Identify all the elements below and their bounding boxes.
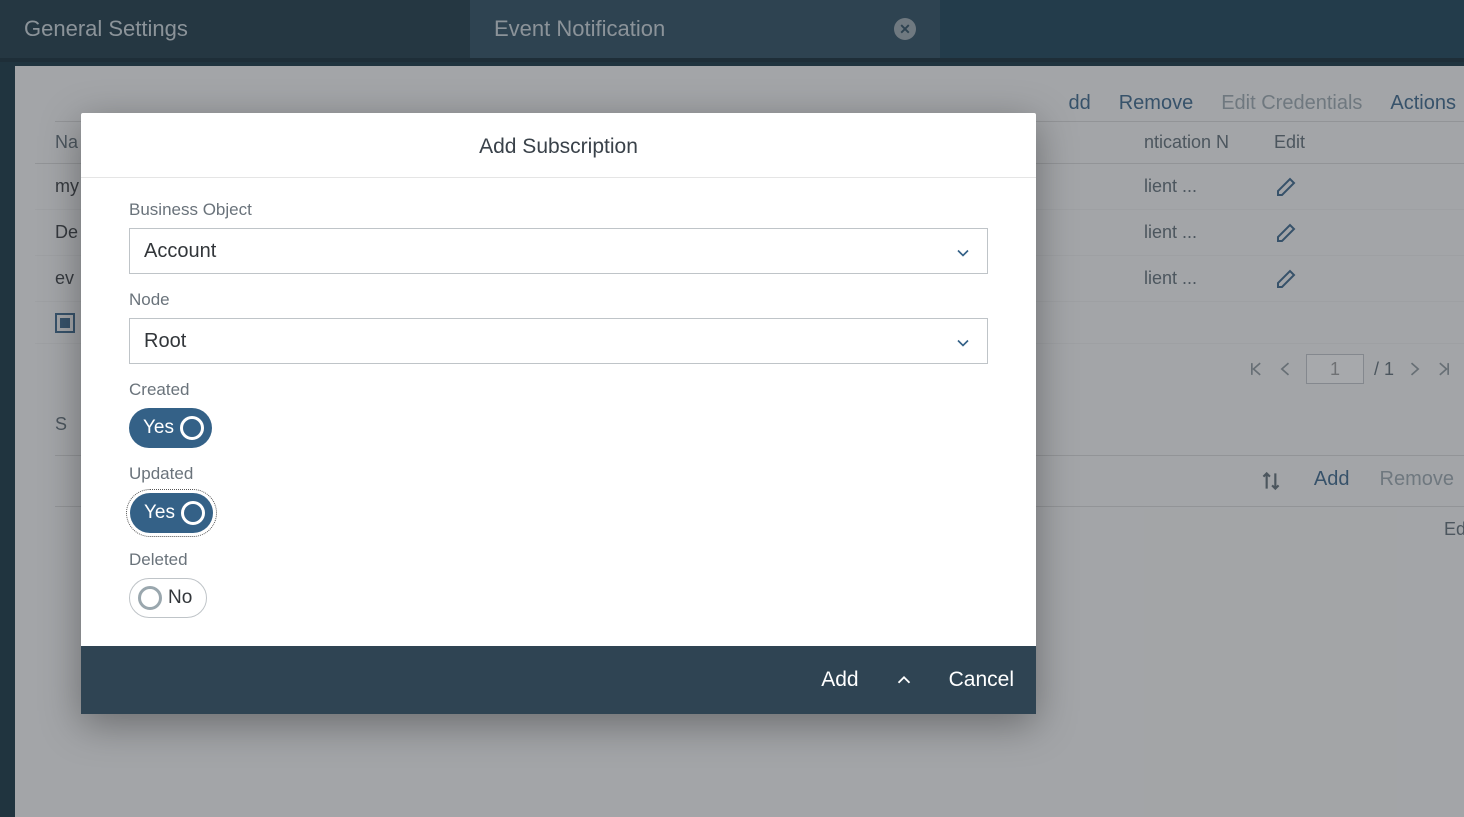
dialog-add-button[interactable]: Add [821,668,858,692]
created-toggle[interactable]: Yes [129,408,212,448]
toggle-text: Yes [144,502,175,524]
created-label: Created [129,380,988,400]
business-object-value: Account [144,240,216,263]
chevron-down-icon [953,333,973,353]
dialog-cancel-button[interactable]: Cancel [949,668,1014,692]
chevron-up-icon[interactable] [893,669,915,691]
dialog-footer: Add Cancel [81,646,1036,714]
node-select[interactable]: Root [129,318,988,364]
node-value: Root [144,330,186,353]
business-object-label: Business Object [129,200,988,220]
dialog-title: Add Subscription [81,113,1036,178]
deleted-label: Deleted [129,550,988,570]
toggle-knob [138,586,162,610]
node-label: Node [129,290,988,310]
toggle-knob [180,416,204,440]
business-object-select[interactable]: Account [129,228,988,274]
updated-toggle[interactable]: Yes [130,493,213,533]
toggle-text: No [168,587,192,609]
chevron-down-icon [953,243,973,263]
toggle-text: Yes [143,417,174,439]
toggle-knob [181,501,205,525]
deleted-toggle[interactable]: No [129,578,207,618]
updated-label: Updated [129,464,988,484]
add-subscription-dialog: Add Subscription Business Object Account… [81,113,1036,714]
